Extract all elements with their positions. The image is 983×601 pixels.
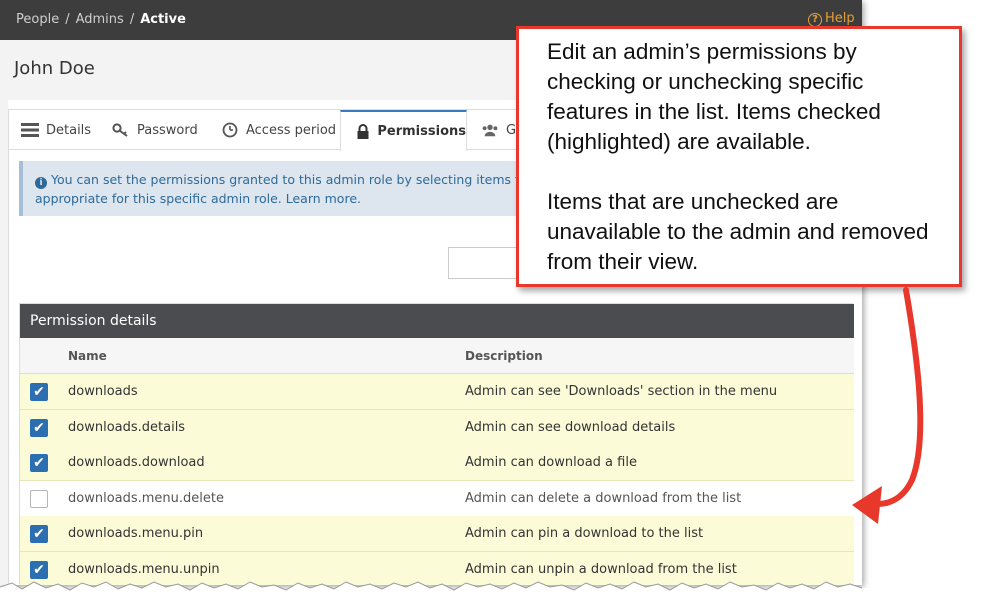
info-icon: i	[35, 177, 47, 189]
lock-icon	[355, 124, 370, 139]
tab-label: Permissions	[377, 124, 466, 139]
info-line-1: i You can set the permissions granted to …	[35, 172, 532, 189]
clock-icon	[221, 122, 239, 138]
permission-name: downloads	[68, 384, 138, 399]
breadcrumb-admins[interactable]: Admins	[76, 12, 124, 27]
info-text-2[interactable]: appropriate for this specific admin role…	[35, 191, 361, 206]
breadcrumb-current: Active	[140, 12, 186, 27]
table-row[interactable]: ✔ downloads Admin can see 'Downloads' sect…	[20, 374, 854, 410]
breadcrumb-separator: /	[65, 12, 70, 27]
permission-description: Admin can download a file	[465, 455, 637, 470]
permission-name: downloads.details	[68, 419, 186, 435]
permission-description: Admin can pin a download to the list	[465, 526, 704, 541]
annotation-callout: Edit an admin’s permissions by checking …	[516, 26, 962, 287]
table-title-bar: Permission details	[20, 304, 854, 338]
tab-label: Details	[46, 122, 92, 138]
tab-access-period[interactable]: Access period	[221, 110, 336, 150]
permission-name: downloads.menu.pin	[68, 526, 204, 541]
column-header-description[interactable]: Description	[465, 349, 543, 363]
page-title: John Doe	[14, 58, 95, 79]
permission-description: Admin can see 'Downloads' section in the…	[465, 384, 778, 399]
page-gutter	[0, 100, 8, 585]
breadcrumb-people[interactable]: People	[16, 12, 59, 27]
callout-paragraph-1: Edit an admin’s permissions by checking …	[547, 39, 881, 154]
help-link[interactable]: ? Help	[808, 11, 855, 27]
table-row[interactable]: ✔ downloads.details Admin can see download…	[20, 409, 854, 446]
permission-checkbox[interactable]: ✔	[30, 418, 48, 437]
info-text-1: You can set the permissions granted to t…	[51, 172, 532, 187]
table-row[interactable]: ✔ downloads.download Admin can download a …	[20, 445, 854, 481]
breadcrumb: People / Admins / Active	[16, 12, 186, 27]
permission-checkbox[interactable]: ✔	[30, 383, 48, 401]
group-icon	[481, 123, 499, 137]
details-icon	[21, 123, 39, 137]
permission-name: downloads.download	[68, 455, 205, 470]
torn-edge	[0, 581, 983, 601]
tab-groups[interactable]: G	[481, 110, 516, 150]
tab-label: G	[506, 122, 517, 138]
tab-label: Password	[137, 122, 198, 138]
permission-description: Admin can see download details	[465, 419, 676, 435]
permission-checkbox[interactable]: ✔	[30, 454, 48, 472]
permissions-table: Permission details Name Description ✔ dow…	[19, 303, 854, 585]
info-line-2: appropriate for this specific admin role…	[35, 191, 361, 206]
table-row[interactable]: downloads.menu.delete Admin can delete a …	[20, 480, 854, 517]
help-label: Help	[825, 11, 855, 26]
tab-password[interactable]: Password	[112, 110, 198, 150]
permission-checkbox[interactable]	[30, 489, 48, 508]
tab-label: Access period	[246, 122, 337, 138]
table-row[interactable]: ✔ downloads.menu.pin Admin can pin a downl…	[20, 516, 854, 552]
permission-description: Admin can delete a download from the lis…	[465, 490, 742, 506]
permission-name: downloads.menu.delete	[68, 490, 224, 506]
breadcrumb-separator: /	[129, 12, 135, 27]
tab-details[interactable]: Details	[21, 110, 91, 150]
permission-checkbox[interactable]: ✔	[30, 525, 48, 543]
callout-paragraph-2: Items that are unchecked are unavailable…	[547, 189, 929, 274]
table-header: Name Description	[20, 338, 854, 374]
table-title: Permission details	[30, 313, 157, 329]
tab-permissions[interactable]: Permissions	[340, 110, 467, 151]
key-icon	[112, 123, 130, 137]
column-header-name[interactable]: Name	[68, 349, 107, 363]
question-icon: ?	[808, 13, 822, 27]
